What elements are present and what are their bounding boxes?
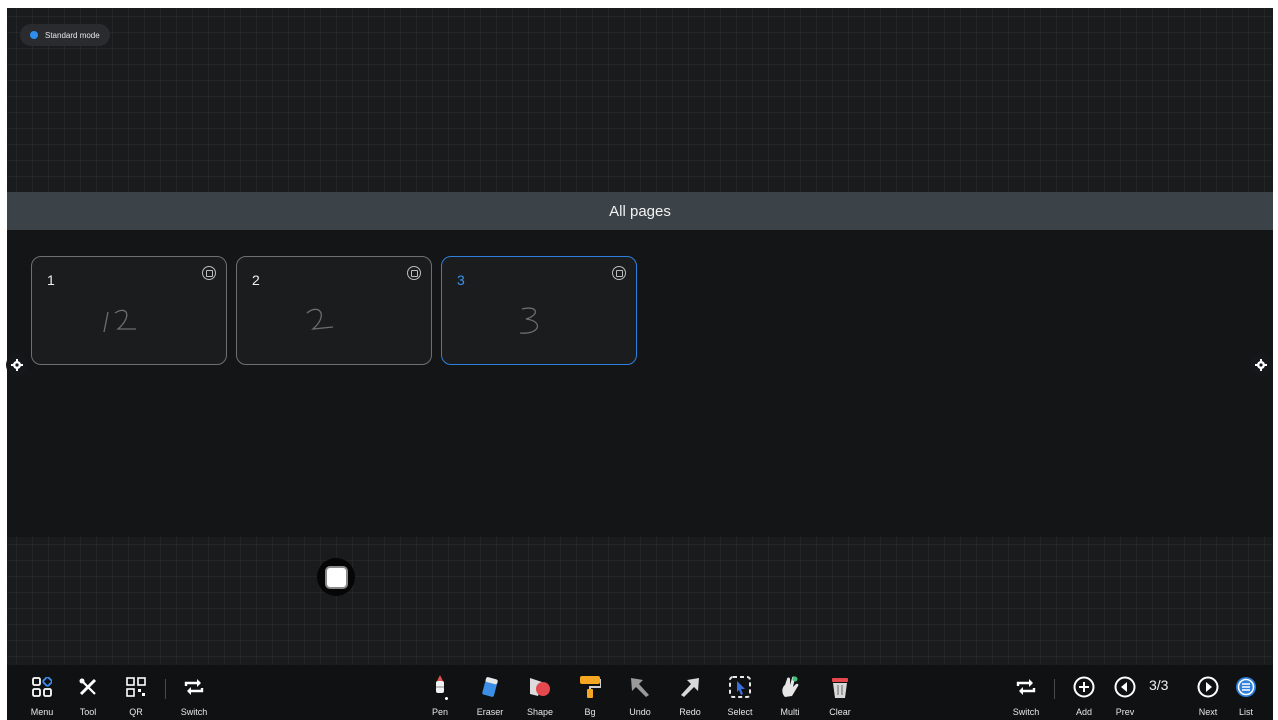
bottom-toolbar: Menu Tool QR Switch Pen Eraser Shape Bg … [7,665,1273,720]
undo-label: Undo [629,707,651,717]
redo-button[interactable]: Redo [665,665,715,720]
tool-label: Tool [79,707,97,717]
active-tool-indicator [445,697,448,700]
mode-badge[interactable]: Standard mode [20,24,110,46]
clear-button[interactable]: Clear [815,665,865,720]
bg-label: Bg [584,707,596,717]
menu-button[interactable]: Menu [17,665,67,720]
page-scribble-drawing [306,308,334,330]
select-label: Select [727,707,753,717]
screen-edge-right [1273,0,1278,720]
list-circle-icon [1231,675,1261,699]
trash-icon [825,675,855,699]
eraser-label: Eraser [476,707,504,717]
prev-page-button[interactable]: Prev [1100,665,1150,720]
redo-label: Redo [679,707,701,717]
page-scribble-drawing [519,307,538,334]
list-pages-button[interactable]: List [1221,665,1271,720]
prev-circle-icon [1110,675,1140,699]
clear-label: Clear [829,707,851,717]
floating-assistive-button[interactable] [317,558,355,596]
add-circle-icon [1069,675,1099,699]
add-label: Add [1075,707,1092,717]
undo-button[interactable]: Undo [615,665,665,720]
pen-button[interactable]: Pen [415,665,465,720]
page-thumbnail-1[interactable]: 1 [31,256,227,365]
lock-icon[interactable] [202,266,216,280]
switch-arrows-icon [1011,675,1041,699]
undo-arrow-icon [625,675,655,699]
eraser-button[interactable]: Eraser [465,665,515,720]
qr-button[interactable]: QR [111,665,161,720]
page-number: 1 [47,272,55,288]
all-pages-panel: All pages 1 2 3 [7,192,1273,537]
page-scribble-drawing [103,309,136,333]
shape-button[interactable]: Shape [515,665,565,720]
eraser-icon [475,675,505,699]
paint-roller-icon [575,675,605,699]
page-number: 3 [457,272,465,288]
right-settings-gear-icon[interactable] [1250,354,1272,376]
tools-icon [73,675,103,699]
qr-code-icon [121,675,151,699]
list-label: List [1238,707,1253,717]
multi-button[interactable]: Multi [765,665,815,720]
qr-label: QR [129,707,143,717]
shape-icon [525,675,555,699]
switch-button-right[interactable]: Switch [1001,665,1051,720]
prev-label: Prev [1115,707,1135,717]
switch-label: Switch [180,707,208,717]
next-circle-icon [1193,675,1223,699]
screen-edge-top [0,0,1278,8]
page-thumbnail-3[interactable]: 3 [441,256,637,365]
pen-label: Pen [431,707,448,717]
select-icon [725,675,755,699]
mode-status-dot-icon [30,31,38,39]
toolbar-divider [165,679,166,699]
page-thumbnail-2[interactable]: 2 [236,256,432,365]
all-pages-header: All pages [7,192,1273,230]
page-counter: 3/3 [1149,677,1169,693]
pen-icon [425,675,455,699]
menu-label: Menu [30,707,54,717]
multi-label: Multi [780,707,800,717]
switch-button-left[interactable]: Switch [169,665,219,720]
select-button[interactable]: Select [715,665,765,720]
bg-button[interactable]: Bg [565,665,615,720]
toolbar-divider [1054,679,1055,699]
mode-badge-label: Standard mode [45,30,100,40]
redo-arrow-icon [675,675,705,699]
lock-icon[interactable] [612,266,626,280]
tool-button[interactable]: Tool [63,665,113,720]
left-settings-gear-icon[interactable] [6,354,28,376]
menu-grid-icon [27,675,57,699]
lock-icon[interactable] [407,266,421,280]
shape-label: Shape [526,707,554,717]
all-pages-title: All pages [609,202,671,220]
switch-label: Switch [1012,707,1040,717]
page-number: 2 [252,272,260,288]
next-label: Next [1198,707,1218,717]
switch-arrows-icon [179,675,209,699]
multi-touch-icon [775,675,805,699]
